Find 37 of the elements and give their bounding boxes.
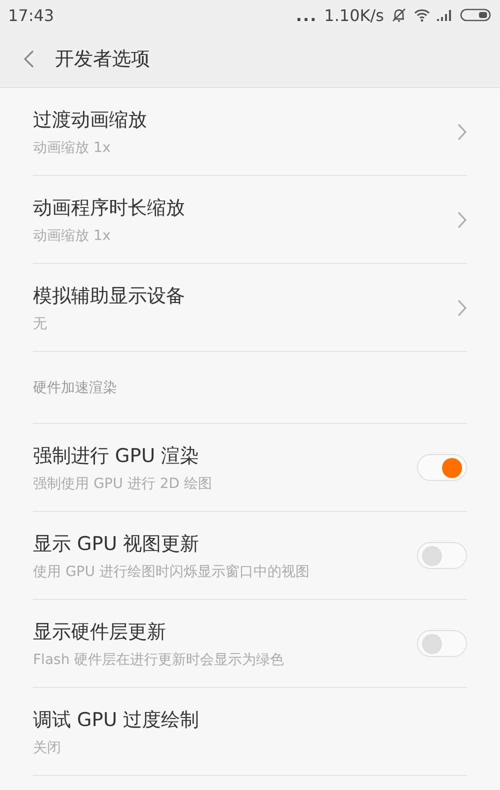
wifi-icon: [414, 8, 430, 22]
setting-row[interactable]: 显示 GPU 视图更新 使用 GPU 进行绘图时闪烁显示窗口中的视图: [33, 512, 467, 600]
setting-row[interactable]: 强制进行 GPU 渲染 强制使用 GPU 进行 2D 绘图: [33, 424, 467, 512]
toggle-switch[interactable]: [417, 542, 467, 569]
setting-summary: 动画缩放 1x: [33, 138, 112, 156]
chevron-right-icon: [457, 210, 467, 228]
setting-title: 显示硬件层更新: [33, 620, 167, 644]
setting-summary: 关闭: [33, 738, 62, 756]
setting-title: 显示 GPU 视图更新: [33, 532, 200, 556]
chevron-right-icon: [457, 298, 467, 316]
toggle-switch[interactable]: [417, 630, 467, 657]
muted-bell-icon: [391, 7, 407, 23]
setting-title: 模拟辅助显示设备: [33, 284, 185, 308]
setting-summary: 使用 GPU 进行绘图时闪烁显示窗口中的视图: [33, 562, 310, 580]
setting-row[interactable]: 调试 GPU 过度绘制 关闭: [33, 688, 467, 776]
section-heading: 硬件加速渲染: [33, 352, 467, 424]
toggle-switch[interactable]: [417, 454, 467, 481]
setting-title: 动画程序时长缩放: [33, 196, 185, 220]
setting-title: 强制进行 GPU 渲染: [33, 444, 200, 468]
setting-row[interactable]: 过渡动画缩放 动画缩放 1x: [33, 88, 467, 176]
setting-summary: 强制使用 GPU 进行 2D 绘图: [33, 474, 212, 492]
setting-row[interactable]: 动画程序时长缩放 动画缩放 1x: [33, 176, 467, 264]
setting-row[interactable]: 显示硬件层更新 Flash 硬件层在进行更新时会显示为绿色: [33, 600, 467, 688]
notification-dots: ...: [296, 6, 318, 24]
page-title: 开发者选项: [55, 46, 150, 72]
setting-summary: 动画缩放 1x: [33, 226, 112, 244]
setting-title: 过渡动画缩放: [33, 108, 147, 132]
battery-icon: [460, 8, 492, 22]
chevron-right-icon: [457, 122, 467, 140]
back-chevron-icon: [23, 48, 35, 68]
clock-time: 17:43: [8, 6, 54, 24]
setting-row[interactable]: 模拟辅助显示设备 无: [33, 264, 467, 352]
setting-title: 调试 GPU 过度绘制: [33, 708, 200, 732]
signal-icon: [437, 9, 453, 21]
network-speed: 1.10K/s: [324, 6, 384, 24]
setting-summary: Flash 硬件层在进行更新时会显示为绿色: [33, 650, 284, 668]
setting-summary: 无: [33, 314, 48, 332]
